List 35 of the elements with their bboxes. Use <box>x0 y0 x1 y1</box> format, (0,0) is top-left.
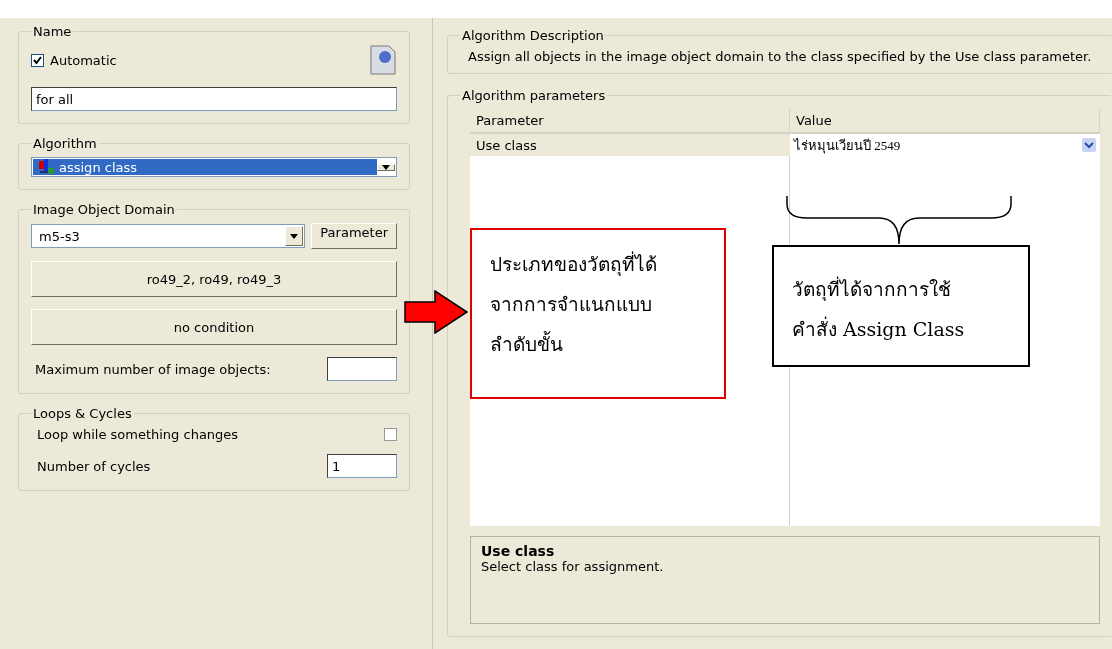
field-label: Number of cycles <box>37 458 151 474</box>
arrow-icon <box>404 290 468 334</box>
annotation-note: ประเภทของวัตถุที่ได้ จากการจำแนกแบบ ลำดับขั้น <box>470 228 726 399</box>
condition-button[interactable]: no condition <box>31 309 397 345</box>
name-field[interactable]: for all <box>31 87 397 111</box>
info-text: Select class for assignment. <box>481 559 665 574</box>
cycles-field[interactable]: 1 <box>327 454 397 478</box>
document-icon <box>369 45 397 75</box>
group-title: Algorithm Description <box>461 28 605 43</box>
algorithm-icon <box>39 159 55 175</box>
caret-icon <box>382 164 390 170</box>
max-objects-field[interactable] <box>327 357 397 381</box>
field-label: Maximum number of image objects: <box>34 361 271 377</box>
description-text: Assign all objects in the image object domain to the class specified by the Use class parameter. <box>467 49 1093 65</box>
column-header[interactable]: Parameter <box>470 109 790 132</box>
group-title: Name <box>32 24 73 39</box>
parameter-name: Use class <box>475 137 538 153</box>
automatic-checkbox[interactable] <box>31 53 44 67</box>
chevron-icon <box>1082 138 1096 152</box>
algorithm-dropdown[interactable]: assign class <box>31 157 397 177</box>
checkbox-label: Automatic <box>50 52 117 68</box>
loop-checkbox[interactable] <box>384 428 397 441</box>
group-title: Algorithm parameters <box>461 88 607 103</box>
classes-button[interactable]: ro49_2, ro49, ro49_3 <box>31 261 397 297</box>
group-title: Loops & Cycles <box>32 406 133 421</box>
parameter-button[interactable]: Parameter <box>311 223 397 249</box>
annotation-note: วัตถุที่ได้จากการใช้ คำสั่ง Assign Class <box>772 245 1030 367</box>
group-title: Image Object Domain <box>32 202 176 217</box>
column-header[interactable]: Value <box>790 109 1100 132</box>
value-dropdown[interactable]: ไร่หมุนเวียนปี 2549 <box>790 134 1100 156</box>
checkbox-label: Loop while something changes <box>37 427 239 442</box>
caret-icon <box>290 233 299 239</box>
group-title: Algorithm <box>32 136 98 151</box>
level-dropdown[interactable]: m5-s3 <box>31 224 306 248</box>
info-title: Use class <box>481 543 556 559</box>
